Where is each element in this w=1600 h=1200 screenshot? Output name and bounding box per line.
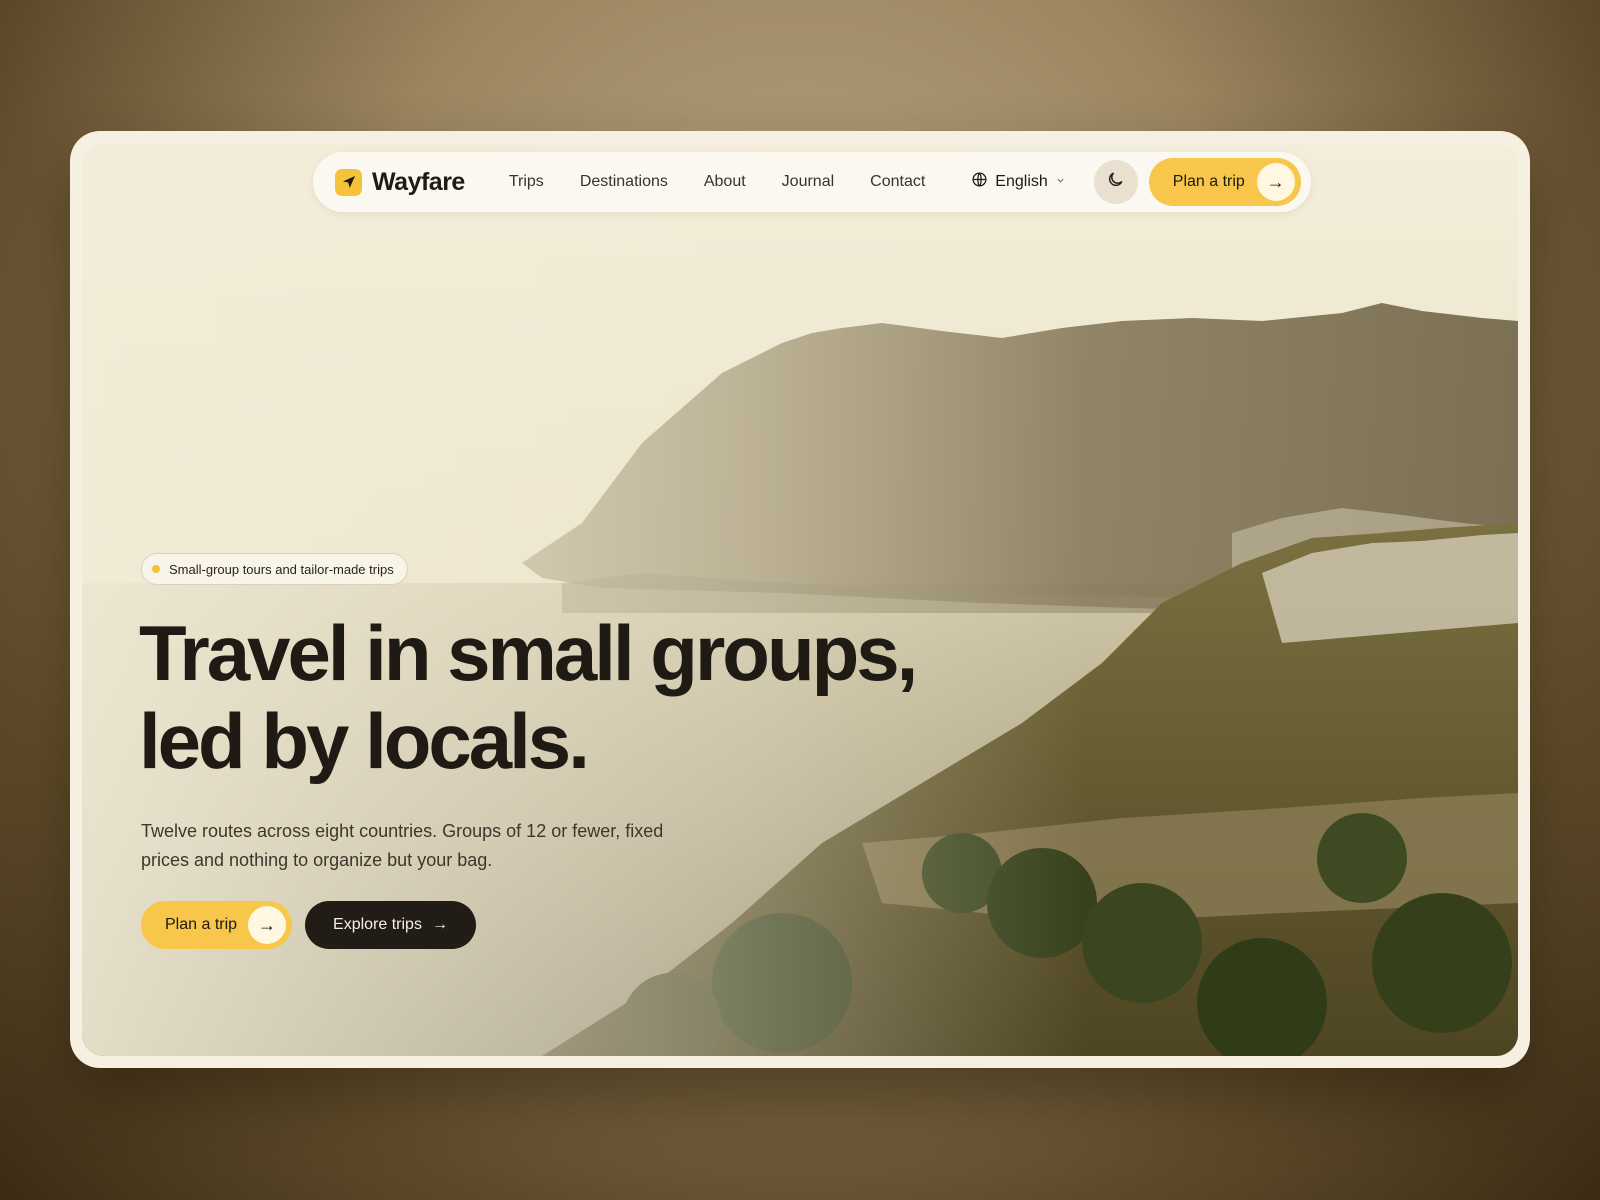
language-selector[interactable]: English (971, 171, 1065, 193)
language-label: English (995, 173, 1048, 190)
brand-name: Wayfare (372, 167, 465, 196)
hero-badge: Small-group tours and tailor-made trips (141, 553, 408, 585)
nav-link-journal[interactable]: Journal (782, 173, 834, 191)
browser-frame: Wayfare Trips Destinations About Journal… (70, 131, 1530, 1068)
nav-link-trips[interactable]: Trips (509, 173, 544, 191)
hero-headline-line1: Travel in small groups, (139, 609, 918, 697)
top-navigation: Wayfare Trips Destinations About Journal… (313, 152, 1311, 212)
hero-section: Wayfare Trips Destinations About Journal… (82, 143, 1518, 1056)
nav-link-about[interactable]: About (704, 173, 746, 191)
badge-dot (152, 565, 160, 573)
hero-badge-label: Small-group tours and tailor-made trips (169, 561, 394, 577)
hero-plan-trip-button[interactable]: Plan a trip → (141, 901, 292, 949)
nav-links: Trips Destinations About Journal Contact (509, 173, 925, 191)
hero-headline-line2: led by locals. (139, 697, 590, 785)
explore-trips-label: Explore trips (333, 916, 422, 933)
arrow-right-icon: → (248, 906, 286, 944)
hero-headline: Travel in small groups, led by locals. (139, 609, 1019, 785)
hero-plan-trip-label: Plan a trip (165, 916, 238, 933)
paper-plane-icon (335, 168, 362, 196)
arrow-right-icon: → (431, 916, 448, 933)
arrow-right-icon: → (1256, 163, 1295, 201)
nav-link-contact[interactable]: Contact (870, 173, 925, 191)
hero-subtitle: Twelve routes across eight countries. Gr… (141, 821, 664, 870)
brand-logo[interactable]: Wayfare (335, 168, 465, 197)
hero-landscape-photo (82, 143, 1518, 1056)
globe-icon (971, 171, 988, 193)
chevron-down-icon (1055, 173, 1066, 191)
moon-icon (1106, 170, 1125, 194)
nav-link-destinations[interactable]: Destinations (580, 173, 668, 191)
theme-toggle-button[interactable] (1093, 160, 1138, 204)
explore-trips-button[interactable]: Explore trips → (305, 901, 476, 949)
nav-plan-trip-label: Plan a trip (1172, 173, 1245, 190)
nav-plan-trip-button[interactable]: Plan a trip → (1148, 158, 1301, 206)
